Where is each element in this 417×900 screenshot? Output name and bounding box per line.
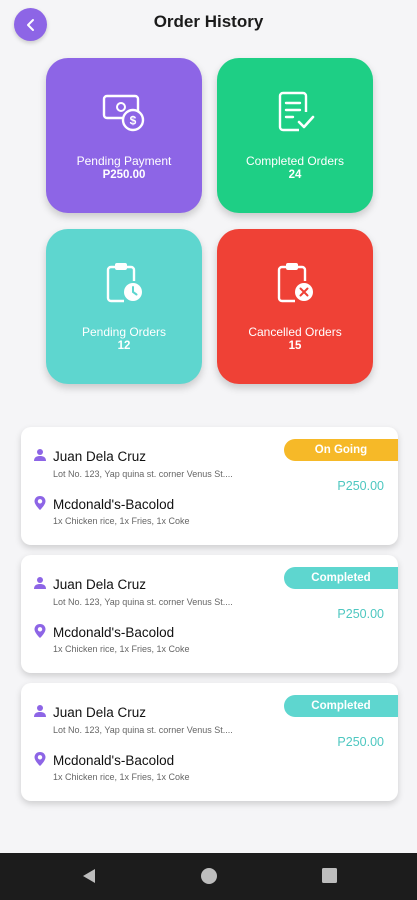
system-nav-bar — [0, 853, 417, 900]
customer-name: Juan Dela Cruz — [53, 577, 147, 592]
customer-name: Juan Dela Cruz — [53, 449, 147, 464]
header: Order History — [0, 0, 417, 46]
order-price: P250.00 — [337, 735, 384, 749]
order-items: 1x Chicken rice, 1x Fries, 1x Coke — [53, 516, 190, 526]
store-name: Mcdonald's-Bacolod — [53, 625, 175, 640]
back-triangle-icon[interactable] — [80, 867, 98, 885]
customer-address: Lot No. 123, Yap quina st. corner Venus … — [53, 597, 233, 607]
recents-square-icon[interactable] — [321, 867, 338, 884]
pending-orders-tile[interactable]: Pending Orders 12 — [46, 229, 202, 384]
status-badge: On Going — [284, 439, 398, 461]
store-name: Mcdonald's-Bacolod — [53, 497, 175, 512]
clipboard-cancel-icon — [277, 263, 313, 303]
order-card[interactable]: Completed Juan Dela Cruz Lot No. 123, Ya… — [21, 683, 398, 801]
location-pin-icon — [34, 752, 46, 766]
tile-value: 15 — [288, 340, 302, 352]
tile-label: Pending Payment — [76, 154, 172, 168]
cancelled-orders-tile[interactable]: Cancelled Orders 15 — [217, 229, 373, 384]
page-title: Order History — [153, 12, 264, 31]
completed-orders-tile[interactable]: Completed Orders 24 — [217, 58, 373, 213]
clipboard-clock-icon — [106, 263, 142, 303]
location-pin-icon — [34, 496, 46, 510]
order-price: P250.00 — [337, 607, 384, 621]
tile-label: Completed Orders — [245, 154, 345, 168]
order-card[interactable]: On Going Juan Dela Cruz Lot No. 123, Yap… — [21, 427, 398, 545]
tile-label: Pending Orders — [81, 325, 167, 339]
person-icon — [34, 705, 46, 717]
tile-label: Cancelled Orders — [248, 325, 342, 339]
cash-icon: $ — [102, 94, 145, 132]
customer-name: Juan Dela Cruz — [53, 705, 147, 720]
person-icon — [34, 577, 46, 589]
status-badge: Completed — [284, 695, 398, 717]
person-icon — [34, 449, 46, 461]
tile-value: 24 — [288, 169, 302, 181]
store-name: Mcdonald's-Bacolod — [53, 753, 175, 768]
order-items: 1x Chicken rice, 1x Fries, 1x Coke — [53, 644, 190, 654]
tile-value: 12 — [117, 340, 131, 352]
order-price: P250.00 — [337, 479, 384, 493]
checklist-icon — [278, 91, 315, 132]
order-card[interactable]: Completed Juan Dela Cruz Lot No. 123, Ya… — [21, 555, 398, 673]
pending-payment-tile[interactable]: $ Pending Payment P250.00 — [46, 58, 202, 213]
customer-address: Lot No. 123, Yap quina st. corner Venus … — [53, 469, 233, 479]
home-circle-icon[interactable] — [200, 867, 218, 885]
tile-value: P250.00 — [102, 169, 146, 181]
customer-address: Lot No. 123, Yap quina st. corner Venus … — [53, 725, 233, 735]
order-items: 1x Chicken rice, 1x Fries, 1x Coke — [53, 772, 190, 782]
location-pin-icon — [34, 624, 46, 638]
status-badge: Completed — [284, 567, 398, 589]
svg-text:$: $ — [130, 114, 137, 128]
